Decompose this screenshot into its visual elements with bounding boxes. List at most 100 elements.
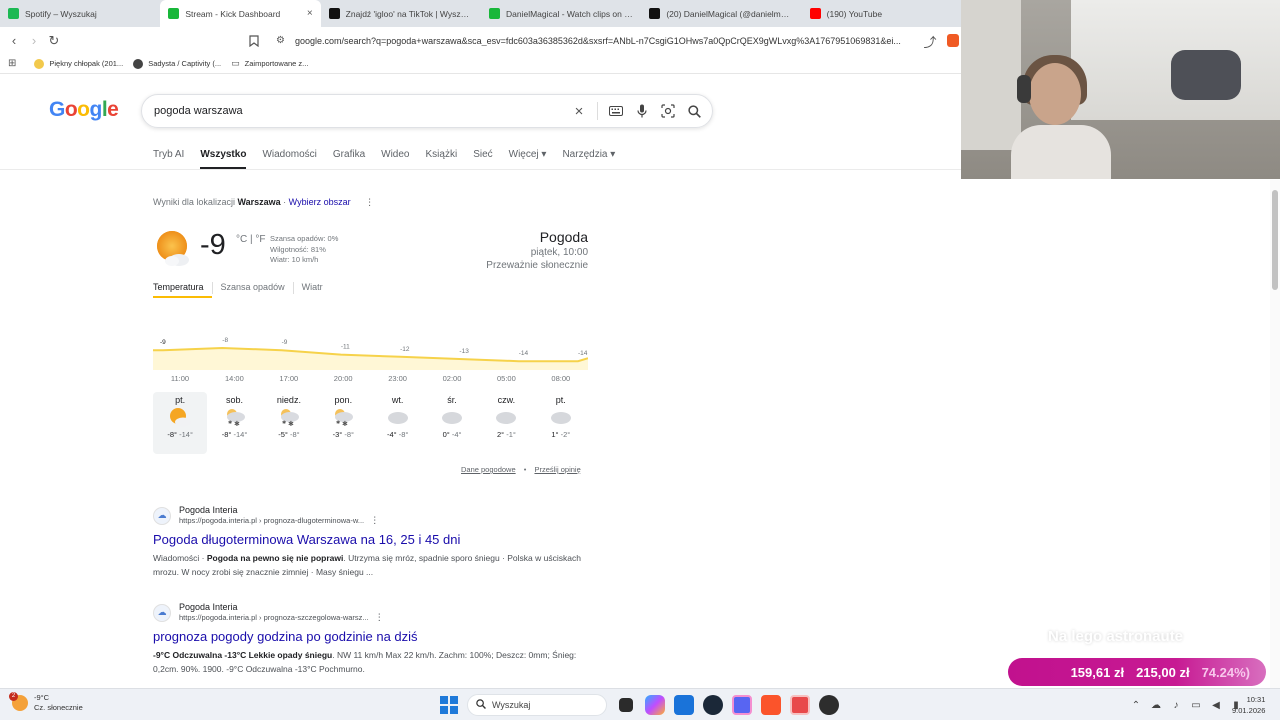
forecast-day-5[interactable]: śr. 0° -4°: [425, 392, 479, 454]
browser-tab-5[interactable]: (190) YouTube: [802, 0, 962, 27]
tab-precipitation[interactable]: Szansa opadów: [213, 282, 293, 298]
snippet-part: Wiadomości ·: [153, 553, 207, 563]
cloud-icon[interactable]: ☁: [1150, 699, 1162, 711]
page-scrollbar[interactable]: [1270, 180, 1280, 688]
graph-value-label: -14: [519, 350, 529, 357]
browser-tab-0[interactable]: Spotify – Wyszukaj: [0, 0, 160, 27]
bookmark-item-2[interactable]: Sadysta / Captivity (...: [133, 58, 221, 69]
graph-value-label: -11: [341, 344, 350, 351]
result-source[interactable]: ☁ Pogoda Interia https://pogoda.interia.…: [153, 505, 593, 526]
search-icon[interactable]: [686, 103, 702, 119]
result-title-link[interactable]: Pogoda długoterminowa Warszawa na 16, 25…: [153, 532, 593, 547]
taskbar-weather-widget[interactable]: 2 -9°C Cz. słonecznie: [9, 692, 83, 713]
lens-camera-icon[interactable]: [660, 103, 676, 119]
search-tab-0[interactable]: Tryb AI: [153, 149, 184, 170]
search-result-2: ☁ Pogoda Interia https://pogoda.interia.…: [153, 602, 593, 676]
chevron-up-icon[interactable]: ⌃: [1130, 699, 1142, 711]
weather-time: piątek, 10:00: [530, 247, 588, 258]
day-high: -4°: [386, 430, 397, 439]
apps-grid-icon[interactable]: ⊞: [8, 58, 16, 69]
more-options-icon[interactable]: ⋮: [375, 612, 384, 622]
address-url: google.com/search?q=pogoda+warszawa&sca_…: [294, 35, 901, 46]
brave-shield-icon[interactable]: [947, 34, 959, 47]
hour-label: 05:00: [497, 374, 516, 383]
close-tab-icon[interactable]: ×: [307, 8, 313, 19]
app-icon[interactable]: [790, 695, 810, 715]
browser-tab-4[interactable]: (20) DanielMagical (@danielmagical: [641, 0, 801, 27]
search-tab-4[interactable]: Wideo: [381, 149, 409, 170]
forecast-day-0[interactable]: pt. -8° -14°: [153, 392, 208, 454]
day-name: niedz.: [276, 395, 301, 405]
location-line: Wyniki dla lokalizacji Warszawa · Wybier…: [153, 197, 375, 207]
tab-title: Spotify – Wyszukaj: [25, 8, 97, 19]
tab-temperature[interactable]: Temperatura: [153, 282, 212, 298]
bookmark-folder[interactable]: ▭ Zaimportowane z...: [231, 58, 308, 69]
clock-date: 9.01.2026: [1232, 706, 1266, 715]
search-tab-8[interactable]: Narzędzia ▾: [562, 149, 615, 170]
result-source[interactable]: ☁ Pogoda Interia https://pogoda.interia.…: [153, 602, 593, 623]
address-bar[interactable]: ⚙ google.com/search?q=pogoda+warszawa&sc…: [270, 30, 950, 51]
browser-tab-3[interactable]: DanielMagical - Watch clips on Kick: [481, 0, 641, 27]
copilot-icon[interactable]: [645, 695, 665, 715]
forecast-day-7[interactable]: pt. 1° -2°: [534, 392, 588, 454]
google-logo[interactable]: Google: [49, 98, 119, 122]
result-title-link[interactable]: prognoza pogody godzina po godzinie na d…: [153, 629, 593, 644]
snippet-bold: Pogoda na pewno się nie poprawi: [206, 553, 344, 563]
search-tab-2[interactable]: Wiadomości: [262, 149, 316, 170]
unit-toggle[interactable]: °C | °F: [236, 234, 265, 245]
forecast-day-4[interactable]: wt. -4° -8°: [371, 392, 425, 454]
more-options-icon[interactable]: ⋮: [370, 515, 379, 525]
search-tab-6[interactable]: Sieć: [473, 149, 492, 170]
store-icon[interactable]: [674, 695, 694, 715]
volume-icon[interactable]: ◀: [1210, 699, 1222, 711]
feedback-link[interactable]: Prześlij opinię: [534, 465, 580, 474]
bookmark-star-icon[interactable]: [244, 31, 264, 51]
site-info-icon[interactable]: ⚙: [276, 35, 285, 46]
forecast-day-1[interactable]: sob. ✱ ✱ -8° -14°: [207, 392, 261, 454]
result-site: Pogoda Interia: [179, 602, 238, 612]
tab-wind[interactable]: Wiatr: [294, 282, 331, 298]
share-icon[interactable]: ⤴: [920, 31, 940, 51]
brave-icon[interactable]: [761, 695, 781, 715]
reload-icon[interactable]: ↻: [44, 31, 64, 51]
taskbar-search[interactable]: Wyszukaj: [467, 694, 607, 716]
clock-time: 10:31: [1246, 695, 1266, 704]
day-name: śr.: [447, 395, 457, 405]
graph-value-label: -8: [222, 337, 228, 344]
browser-tab-1[interactable]: Stream - Kick Dashboard ×: [160, 0, 321, 27]
bookmark-item-1[interactable]: Piękny chłopak (201...: [34, 58, 123, 69]
keyboard-icon[interactable]: [608, 103, 624, 119]
taskbar-clock[interactable]: 10:31 9.01.2026: [1232, 694, 1265, 716]
windows-start-icon[interactable]: [440, 696, 458, 714]
search-box[interactable]: pogoda warszawa ×: [141, 94, 713, 128]
day-temps: -8° -14°: [207, 430, 261, 439]
search-input[interactable]: pogoda warszawa: [154, 105, 571, 117]
network-icon[interactable]: ▭: [1190, 699, 1202, 711]
forecast-day-2[interactable]: niedz. ✱ ✱ -5° -8°: [262, 392, 316, 454]
goal-current: 159,61 zł: [1070, 664, 1125, 680]
weather-data-link[interactable]: Dane pogodowe: [461, 465, 516, 474]
taskbar-apps: Wyszukaj: [440, 694, 839, 716]
microphone-icon[interactable]: ♪: [1170, 699, 1182, 711]
steam-icon[interactable]: [703, 695, 723, 715]
more-options-icon[interactable]: ⋮: [365, 197, 374, 207]
forward-icon[interactable]: ›: [24, 31, 44, 51]
search-tab-7[interactable]: Więcej ▾: [509, 149, 547, 170]
back-icon[interactable]: ‹: [4, 31, 24, 51]
forecast-day-3[interactable]: pon. ✱ ✱ -3° -8°: [316, 392, 370, 454]
task-view-icon[interactable]: [619, 698, 633, 712]
clear-icon[interactable]: ×: [571, 103, 587, 120]
scrollbar-thumb[interactable]: [1272, 190, 1278, 290]
hour-labels: 11:00 14:00 17:00 20:00 23:00 02:00 05:00 08:00: [153, 374, 588, 386]
browser-tab-2[interactable]: Znajdź 'igloo' na TikTok | Wyszukiwa: [321, 0, 481, 27]
forecast-day-6[interactable]: czw. 2° -1°: [479, 392, 533, 454]
microphone-icon[interactable]: [634, 103, 650, 119]
change-location-link[interactable]: Wybierz obszar: [289, 197, 351, 207]
search-tab-3[interactable]: Grafika: [333, 149, 365, 170]
search-tab-5[interactable]: Książki: [426, 149, 458, 170]
discord-icon[interactable]: [732, 695, 752, 715]
tab-title: Znajdź 'igloo' na TikTok | Wyszukiwa: [345, 8, 473, 19]
bookmark-label: Zaimportowane z...: [244, 59, 309, 68]
obs-icon[interactable]: [819, 695, 839, 715]
search-tab-1[interactable]: Wszystko: [200, 149, 247, 170]
